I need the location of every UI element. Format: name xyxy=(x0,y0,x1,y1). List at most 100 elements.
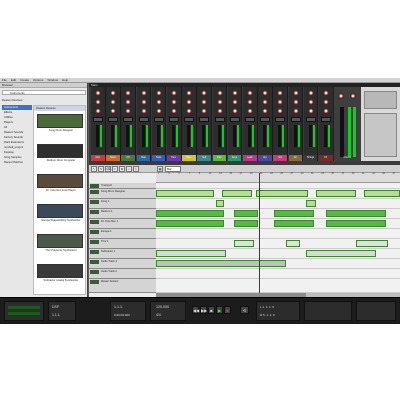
device-thumbnail[interactable] xyxy=(37,144,83,158)
channel-label[interactable]: FX xyxy=(319,155,333,161)
clip[interactable] xyxy=(156,250,226,257)
track-header[interactable]: Kong 1 xyxy=(89,199,156,209)
channel-fader[interactable] xyxy=(187,125,191,147)
mute-solo-buttons[interactable] xyxy=(214,117,225,122)
clip[interactable] xyxy=(286,240,300,247)
clip[interactable] xyxy=(234,240,254,247)
pan-knob[interactable] xyxy=(277,108,284,114)
channel-knob[interactable] xyxy=(125,90,132,96)
mute-solo-buttons[interactable] xyxy=(184,117,195,122)
clip[interactable] xyxy=(306,200,316,207)
channel-knob[interactable] xyxy=(201,90,208,96)
snap-select[interactable]: Bar xyxy=(165,166,181,172)
channel-knob[interactable] xyxy=(277,90,284,96)
clip[interactable] xyxy=(156,220,224,227)
channel-fader[interactable] xyxy=(156,125,160,147)
clip[interactable] xyxy=(256,190,308,197)
track-header[interactable]: Master Section xyxy=(89,279,156,293)
razor-tool-icon[interactable]: ✂ xyxy=(112,166,118,172)
pan-knob[interactable] xyxy=(95,108,101,114)
track-header[interactable]: Thor 1 xyxy=(89,239,156,249)
record-button[interactable]: ● xyxy=(224,306,231,314)
channel-knob[interactable] xyxy=(171,90,177,96)
track-header[interactable]: Redrum 1 xyxy=(89,209,156,219)
pan-knob[interactable] xyxy=(307,108,314,114)
click-precount[interactable] xyxy=(356,301,396,321)
channel-fader[interactable] xyxy=(232,125,236,147)
track-header[interactable]: Kong Drum Designer xyxy=(89,189,156,199)
eraser-tool-icon[interactable]: ⌫ xyxy=(105,166,111,172)
channel-knob[interactable] xyxy=(95,90,101,96)
pan-knob[interactable] xyxy=(155,108,162,114)
channel-fader[interactable] xyxy=(141,125,145,147)
channel-knob[interactable] xyxy=(201,99,208,105)
channel-knob[interactable] xyxy=(323,90,329,96)
select-tool-icon[interactable]: ↖ xyxy=(91,166,97,172)
channel-knob[interactable] xyxy=(231,99,238,105)
channel-label[interactable]: Sub xyxy=(197,155,211,161)
pan-knob[interactable] xyxy=(292,108,299,114)
mute-solo-buttons[interactable] xyxy=(275,117,286,122)
track-lane[interactable] xyxy=(156,259,400,269)
channel-fader[interactable] xyxy=(202,125,206,147)
magnify-tool-icon[interactable]: ⌕ xyxy=(126,166,132,172)
device-thumbnail[interactable] xyxy=(37,174,83,188)
mute-solo-buttons[interactable] xyxy=(93,117,103,122)
track-lane[interactable] xyxy=(156,269,400,279)
mute-solo-buttons[interactable] xyxy=(108,117,119,122)
channel-fader[interactable] xyxy=(217,125,221,147)
tempo-readout[interactable]: 120.000 xyxy=(156,305,169,309)
mute-solo-buttons[interactable] xyxy=(321,117,331,122)
channel-fader[interactable] xyxy=(293,125,297,147)
channel-knob[interactable] xyxy=(171,99,177,105)
channel-fader[interactable] xyxy=(248,125,251,147)
pan-knob[interactable] xyxy=(201,108,208,114)
channel-label[interactable]: Arp xyxy=(258,155,272,161)
channel-knob[interactable] xyxy=(262,99,269,105)
left-locator[interactable]: L 1. 1. 1. 0 xyxy=(260,305,274,309)
mute-solo-buttons[interactable] xyxy=(138,117,149,122)
pencil-tool-icon[interactable]: ✎ xyxy=(98,166,104,172)
tempo-box[interactable]: 120.000 4/4 xyxy=(150,301,186,321)
snap-icon[interactable]: ▦ xyxy=(157,166,163,172)
clip[interactable] xyxy=(216,200,224,207)
track-lane[interactable] xyxy=(156,209,400,219)
channel-knob[interactable] xyxy=(292,90,299,96)
clip[interactable] xyxy=(326,220,386,227)
pan-knob[interactable] xyxy=(247,108,253,114)
channel-knob[interactable] xyxy=(186,99,193,105)
clip[interactable] xyxy=(234,210,258,217)
channel-label[interactable]: Keys xyxy=(227,155,242,161)
mute-tool-icon[interactable]: M xyxy=(119,166,125,172)
channel-label[interactable]: Strings xyxy=(303,155,318,161)
clip[interactable] xyxy=(156,190,214,197)
channel-knob[interactable] xyxy=(140,90,147,96)
mute-solo-buttons[interactable] xyxy=(229,117,240,122)
track-lane[interactable] xyxy=(156,279,400,293)
channel-fader[interactable] xyxy=(263,125,267,147)
channel-knob[interactable] xyxy=(231,90,238,96)
pan-knob[interactable] xyxy=(171,108,177,114)
clip[interactable] xyxy=(156,210,224,217)
channel-knob[interactable] xyxy=(186,90,193,96)
channel-label[interactable]: Vox xyxy=(273,155,287,161)
category-item[interactable]: Recent Patches xyxy=(2,160,32,165)
playhead[interactable] xyxy=(259,173,260,293)
channel-knob[interactable] xyxy=(155,90,162,96)
track-lane[interactable] xyxy=(156,189,400,199)
device-thumbnail[interactable] xyxy=(37,264,83,278)
loop-button[interactable]: ⟲ xyxy=(240,306,249,314)
channel-label[interactable]: Toms xyxy=(151,155,166,161)
device-thumbnail[interactable] xyxy=(37,204,83,218)
channel-knob[interactable] xyxy=(292,99,299,105)
loop-locators[interactable]: L 1. 1. 1. 0 R 5. 1. 1. 0 xyxy=(256,301,300,321)
pan-knob[interactable] xyxy=(216,108,223,114)
mute-solo-buttons[interactable] xyxy=(290,117,301,122)
channel-label[interactable]: Lead xyxy=(243,155,257,161)
track-lane[interactable] xyxy=(156,219,400,229)
track-header[interactable]: Subtractor 1 xyxy=(89,249,156,259)
pan-knob[interactable] xyxy=(262,108,269,114)
master-knob-2[interactable] xyxy=(350,93,356,99)
pan-knob[interactable] xyxy=(323,108,329,114)
channel-knob[interactable] xyxy=(307,99,314,105)
